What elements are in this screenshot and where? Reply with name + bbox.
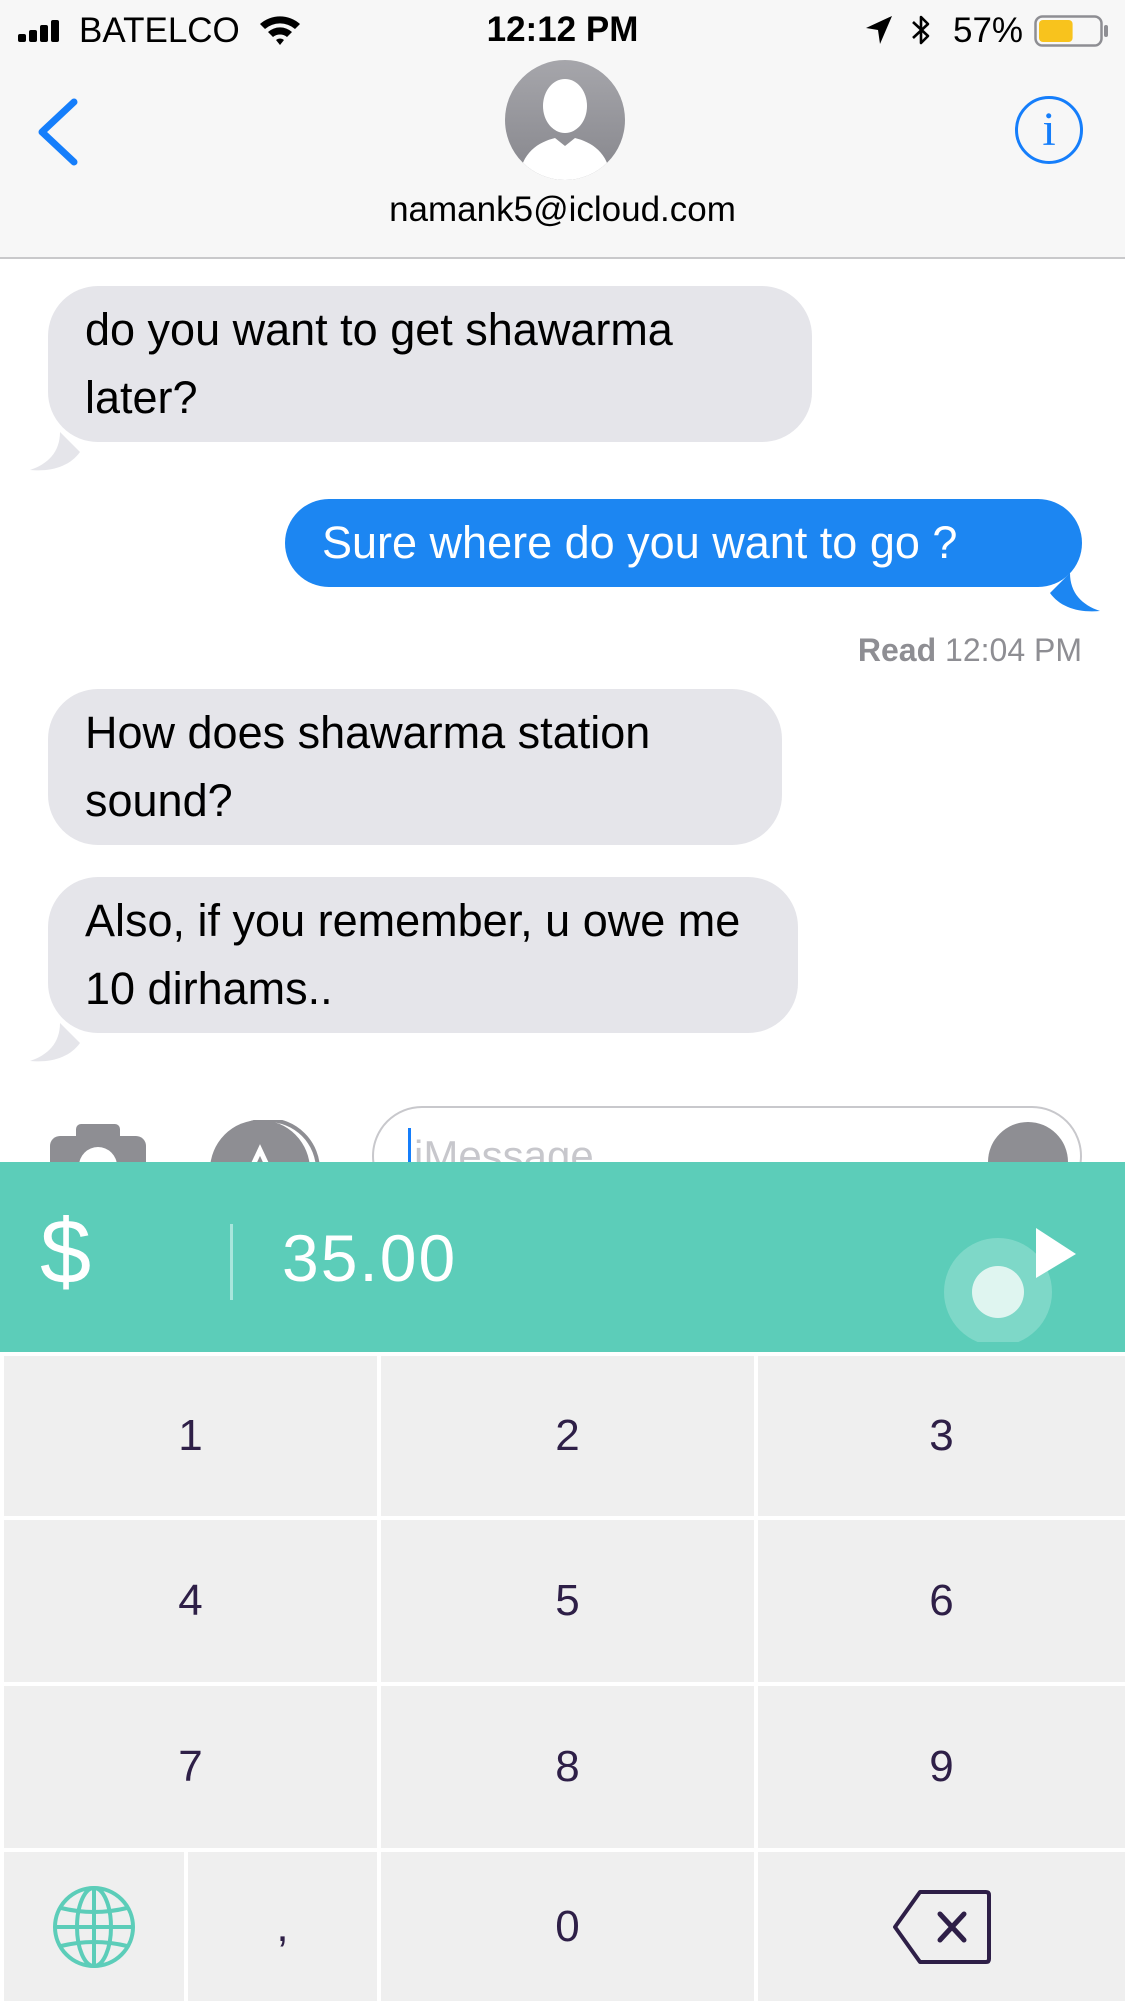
key-5[interactable]: 5 — [381, 1520, 754, 1682]
info-button[interactable]: i — [1015, 96, 1083, 164]
globe-icon — [53, 1885, 135, 1968]
location-arrow-icon — [866, 16, 892, 44]
message-placeholder: iMessage — [414, 1132, 594, 1162]
battery-percent: 57% — [953, 11, 1024, 50]
key-9[interactable]: 9 — [758, 1686, 1125, 1848]
text-caret — [408, 1128, 411, 1162]
read-label: Read — [857, 632, 937, 668]
play-arrow-icon — [1036, 1228, 1076, 1278]
divider — [230, 1224, 233, 1300]
status-bar: BATELCO 12:12 PM 57% — [0, 0, 1125, 60]
outgoing-message[interactable]: Sure where do you want to go ? — [285, 499, 1082, 587]
currency-symbol[interactable]: $ — [40, 1200, 91, 1305]
camera-icon[interactable] — [48, 1122, 148, 1162]
key-4[interactable]: 4 — [4, 1520, 377, 1682]
read-receipt: Read 12:04 PM — [858, 632, 1082, 669]
incoming-message[interactable]: Also, if you remember, u owe me 10 dirha… — [48, 877, 798, 1033]
backspace-key[interactable] — [758, 1852, 1125, 2001]
key-3[interactable]: 3 — [758, 1356, 1125, 1516]
contact-name[interactable]: namank5@icloud.com — [0, 190, 1125, 230]
contact-avatar[interactable] — [505, 60, 625, 180]
numeric-keypad: 1 2 3 4 5 6 7 8 9 , 0 — [0, 1352, 1125, 2001]
amount-field[interactable]: 35.00 — [282, 1220, 457, 1296]
bubble-tail — [30, 1023, 80, 1062]
key-2[interactable]: 2 — [381, 1356, 754, 1516]
conversation-header: namank5@icloud.com i — [0, 60, 1125, 259]
app-store-icon[interactable] — [210, 1120, 320, 1162]
compose-bar: iMessage — [0, 1100, 1125, 1162]
send-payment-button[interactable] — [938, 1222, 1078, 1342]
backspace-icon — [892, 1889, 991, 1964]
key-8[interactable]: 8 — [381, 1686, 754, 1848]
key-6[interactable]: 6 — [758, 1520, 1125, 1682]
bluetooth-icon — [912, 15, 930, 45]
key-comma[interactable]: , — [188, 1852, 377, 2001]
battery-icon — [1034, 15, 1108, 47]
incoming-message[interactable]: do you want to get shawarma later? — [48, 286, 812, 442]
bubble-tail — [30, 432, 80, 471]
person-silhouette-icon — [519, 79, 611, 180]
read-time: 12:04 PM — [945, 632, 1082, 668]
payment-bar: $ 35.00 — [0, 1162, 1125, 1352]
back-button[interactable] — [30, 94, 86, 170]
key-7[interactable]: 7 — [4, 1686, 377, 1848]
incoming-message[interactable]: How does shawarma station sound? — [48, 689, 782, 845]
key-0[interactable]: 0 — [381, 1852, 754, 2001]
key-1[interactable]: 1 — [4, 1356, 377, 1516]
bubble-tail — [1050, 573, 1100, 612]
globe-key[interactable] — [4, 1852, 184, 2001]
